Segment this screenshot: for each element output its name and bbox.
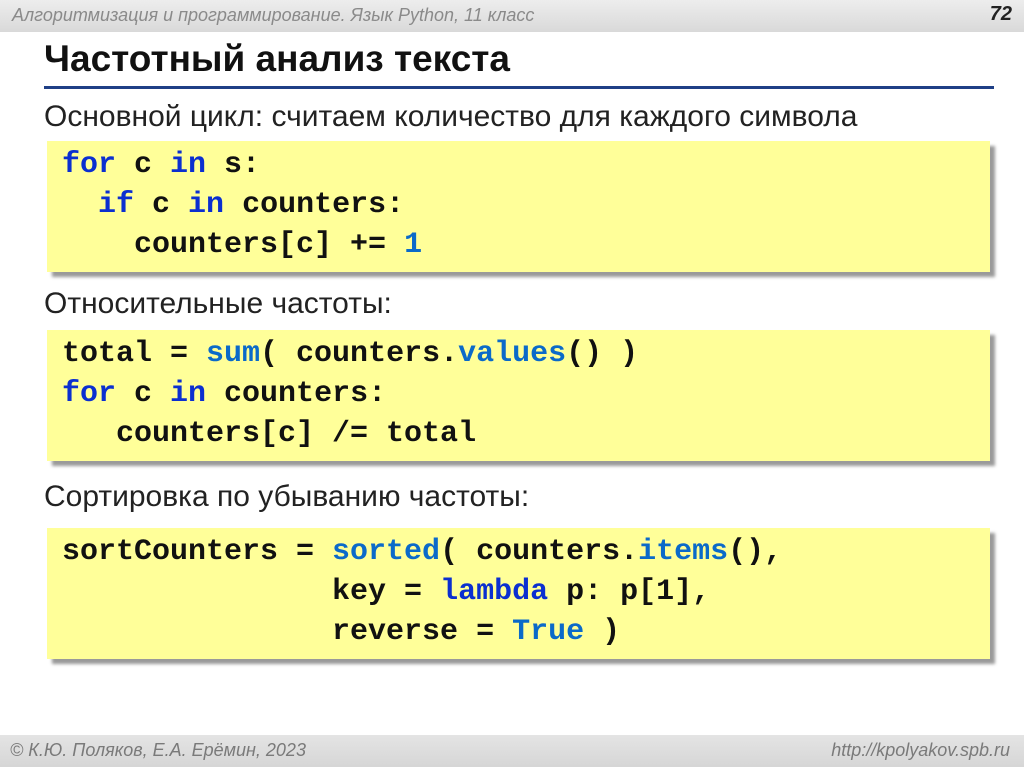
section-heading-sorting: Сортировка по убыванию частоты: (44, 480, 530, 513)
code-builtin: sum (206, 337, 261, 371)
code-text: s: (206, 148, 261, 182)
code-line: key = lambda p: p[1], (62, 575, 710, 609)
footer-bar: © К.Ю. Поляков, Е.А. Ерёмин, 2023 http:/… (0, 735, 1024, 767)
code-text: total = (62, 337, 207, 371)
code-text: counters[c] += (62, 228, 405, 262)
code-keyword: for (62, 148, 117, 182)
code-text: sortCounters = (62, 535, 333, 569)
code-text: counters: (224, 188, 405, 222)
slide-title: Частотный анализ текста (44, 38, 510, 79)
code-method: items (638, 535, 729, 569)
code-method: values (458, 337, 567, 371)
code-keyword: in (188, 188, 225, 222)
code-keyword: if (98, 188, 135, 222)
code-text: c (116, 148, 171, 182)
code-line: total = sum( counters.values() ) (62, 337, 638, 371)
code-keyword: in (170, 148, 207, 182)
code-line: if c in counters: (62, 188, 404, 222)
code-constant: True (512, 615, 585, 649)
code-builtin: sorted (332, 535, 441, 569)
code-keyword: lambda (440, 575, 549, 609)
code-text: () ) (566, 337, 639, 371)
code-text: p: p[1], (548, 575, 711, 609)
code-text: counters: (206, 377, 387, 411)
code-line: for c in counters: (62, 377, 386, 411)
code-line: counters[c] += 1 (62, 228, 422, 262)
footer-url[interactable]: http://kpolyakov.spb.ru (831, 740, 1010, 761)
code-text: key = (62, 575, 441, 609)
code-text: ( counters. (260, 337, 459, 371)
code-text: (), (728, 535, 783, 569)
code-block-main-loop: for c in s: if c in counters: counters[c… (47, 141, 990, 272)
section-heading-main-loop: Основной цикл: считаем количество для ка… (44, 100, 858, 133)
code-text: ( counters. (440, 535, 639, 569)
code-keyword: for (62, 377, 117, 411)
code-line: sortCounters = sorted( counters.items(), (62, 535, 782, 569)
header-bar: Алгоритмизация и программирование. Язык … (0, 0, 1024, 32)
course-title: Алгоритмизация и программирование. Язык … (12, 5, 535, 25)
code-text: reverse = (62, 615, 513, 649)
code-line: reverse = True ) (62, 615, 620, 649)
code-text: c (134, 188, 189, 222)
code-text: c (116, 377, 171, 411)
code-block-sorting: sortCounters = sorted( counters.items(),… (47, 528, 990, 659)
code-keyword: in (170, 377, 207, 411)
footer-authors: © К.Ю. Поляков, Е.А. Ерёмин, 2023 (10, 740, 306, 760)
code-text: counters[c] /= total (62, 417, 477, 451)
slide-number: 72 (989, 3, 1012, 25)
code-number: 1 (404, 228, 423, 262)
code-line: counters[c] /= total (62, 417, 476, 451)
section-heading-relative-frequencies: Относительные частоты: (44, 287, 392, 320)
code-line: for c in s: (62, 148, 260, 182)
code-text: ) (584, 615, 621, 649)
code-block-relative-frequencies: total = sum( counters.values() ) for c i… (47, 330, 990, 461)
title-underline (44, 86, 994, 89)
